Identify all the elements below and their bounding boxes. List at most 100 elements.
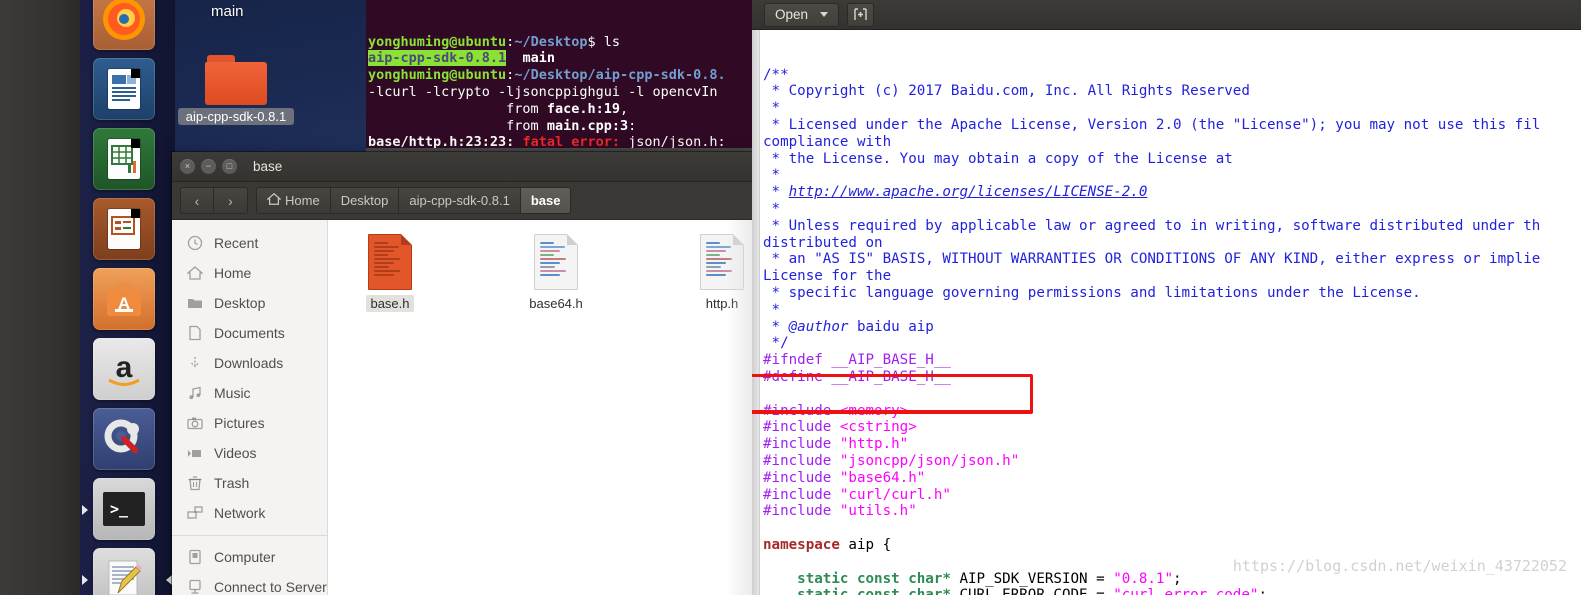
file-manager-titlebar[interactable]: × − □ base — [172, 152, 762, 182]
writer-document-icon — [93, 58, 155, 120]
home-icon — [186, 265, 203, 282]
breadcrumb-label: aip-cpp-sdk-0.8.1 — [409, 193, 510, 208]
code-line: * Licensed under the Apache License, Ver… — [763, 116, 1541, 133]
impress-presentation-icon — [93, 198, 155, 260]
file-name: base.h — [366, 295, 414, 312]
code-line: * Copyright (c) 2017 Baidu.com, Inc. All… — [763, 83, 1250, 100]
nav-buttons: ‹ › — [180, 187, 248, 214]
editor-code-area[interactable]: /** * Copyright (c) 2017 Baidu.com, Inc.… — [752, 30, 1581, 595]
file-name: base64.h — [529, 296, 583, 311]
network-icon — [186, 505, 203, 522]
sidebar-item-videos[interactable]: Videos — [172, 438, 327, 468]
sidebar-item-network[interactable]: Network — [172, 498, 327, 528]
breadcrumb-item-home[interactable]: Home — [257, 188, 331, 213]
annotation-strike-through — [752, 410, 1033, 413]
calc-spreadsheet-icon — [93, 128, 155, 190]
open-button[interactable]: Open — [764, 2, 840, 27]
sidebar-item-music[interactable]: Music — [172, 378, 327, 408]
code-line: #include <cstring> — [763, 419, 917, 436]
code-line: namespace aip { — [763, 536, 892, 553]
desktop-left-strip — [0, 0, 80, 595]
code-line: * the License. You may obtain a copy of … — [763, 150, 1233, 167]
code-line: compliance with — [763, 133, 892, 150]
sidebar-item-documents[interactable]: Documents — [172, 318, 327, 348]
download-icon — [186, 355, 203, 372]
breadcrumb-item-desktop[interactable]: Desktop — [330, 188, 400, 213]
sidebar-item-computer[interactable]: Computer — [172, 542, 327, 572]
terminal-line: from main.cpp:3: — [368, 117, 637, 134]
code-line: #include "utils.h" — [763, 503, 917, 520]
code-line: * — [763, 200, 781, 217]
desktop-folder-aip-cpp-sdk[interactable]: aip-cpp-sdk-0.8.1 — [178, 55, 294, 125]
music-icon — [186, 385, 203, 402]
terminal-icon: >_ — [93, 478, 155, 540]
text-editor-window[interactable]: Open /** * Copyright (c) 2017 Baidu.com,… — [752, 0, 1581, 595]
sidebar-item-label: Computer — [214, 549, 276, 565]
sidebar-item-home[interactable]: Home — [172, 258, 327, 288]
file-manager-window[interactable]: × − □ base ‹ › Home Desktop aip-cpp-sdk-0.… — [172, 152, 762, 595]
sidebar-item-label: Desktop — [214, 295, 266, 311]
code-line: * — [763, 167, 781, 184]
new-tab-icon — [854, 8, 867, 20]
file-list-view[interactable]: base.h base64.h http.h — [328, 220, 762, 595]
terminal-window[interactable]: yonghuming@ubuntu:~/Desktop$ ls aip-cpp-s… — [366, 0, 756, 155]
file-item[interactable]: base64.h — [516, 234, 596, 313]
code-line: #include "http.h" — [763, 436, 909, 453]
editor-gutter — [752, 30, 760, 595]
sidebar-item-pictures[interactable]: Pictures — [172, 408, 327, 438]
sidebar-item-recent[interactable]: Recent — [172, 228, 327, 258]
terminal-line: yonghuming@ubuntu:~/Desktop/aip-cpp-sdk-… — [368, 67, 726, 84]
sidebar-item-trash[interactable]: Trash — [172, 468, 327, 498]
sidebar-item-connect-to-server[interactable]: Connect to Server — [172, 572, 327, 595]
launcher-item-amazon[interactable]: a — [93, 338, 155, 400]
back-button[interactable]: ‹ — [181, 188, 214, 213]
launcher-item-gedit[interactable] — [93, 548, 155, 595]
file-manager-body: Recent Home Desktop Documents Downloads Music… — [172, 220, 762, 595]
code-line: */ — [763, 335, 789, 352]
editor-header-bar: Open — [752, 0, 1581, 30]
source-code: /** * Copyright (c) 2017 Baidu.com, Inc.… — [763, 67, 1581, 595]
breadcrumb-item-base[interactable]: base — [520, 188, 571, 213]
launcher-item-system-settings[interactable] — [93, 408, 155, 470]
home-icon — [266, 192, 282, 209]
chevron-down-icon — [820, 12, 829, 17]
code-line: License for the — [763, 268, 892, 285]
terminal-output: yonghuming@ubuntu:~/Desktop$ ls aip-cpp-s… — [366, 34, 756, 155]
pathbar: ‹ › Home Desktop aip-cpp-sdk-0.8.1 base — [172, 182, 762, 220]
launcher-item-ubuntu-software[interactable]: A — [93, 268, 155, 330]
running-indicator-terminal — [82, 505, 88, 515]
breadcrumb-label: base — [530, 193, 561, 208]
terminal-line: aip-cpp-sdk-0.8.1 main — [368, 50, 555, 67]
sidebar-item-downloads[interactable]: Downloads — [172, 348, 327, 378]
new-tab-button[interactable] — [847, 2, 875, 27]
launcher-item-libreoffice-writer[interactable] — [93, 58, 155, 120]
close-button[interactable]: × — [180, 159, 195, 174]
code-line: #define __AIP_BASE_H__ — [763, 368, 951, 385]
maximize-button[interactable]: □ — [222, 159, 237, 174]
terminal-line: -lcurl -lcrypto -ljsoncppighgui -l openc… — [368, 83, 718, 100]
forward-button[interactable]: › — [214, 188, 247, 213]
document-icon — [186, 325, 203, 342]
launcher-item-libreoffice-impress[interactable] — [93, 198, 155, 260]
code-line: #ifndef __AIP_BASE_H__ — [763, 352, 951, 369]
file-grid: base.h base64.h http.h — [328, 234, 762, 313]
sidebar-item-label: Trash — [214, 475, 250, 491]
file-item[interactable]: base.h — [350, 234, 430, 313]
breadcrumb-item-aip-cpp-sdk-0-8-1[interactable]: aip-cpp-sdk-0.8.1 — [399, 188, 521, 213]
running-indicator-gedit-left — [82, 575, 88, 585]
server-icon — [186, 579, 203, 595]
code-line: * Unless required by applicable law or a… — [763, 217, 1541, 234]
launcher-item-terminal[interactable]: >_ — [93, 478, 155, 540]
software-center-icon: A — [93, 268, 155, 330]
sidebar-item-label: Recent — [214, 235, 259, 251]
clock-icon — [186, 235, 203, 252]
sidebar-item-desktop[interactable]: Desktop — [172, 288, 327, 318]
sidebar-item-label: Music — [214, 385, 251, 401]
launcher-item-libreoffice-calc[interactable] — [93, 128, 155, 190]
launcher-item-firefox[interactable] — [93, 0, 155, 50]
svg-text:>_: >_ — [110, 500, 129, 518]
minimize-button[interactable]: − — [201, 159, 216, 174]
code-line: * @author baidu aip — [763, 318, 934, 335]
